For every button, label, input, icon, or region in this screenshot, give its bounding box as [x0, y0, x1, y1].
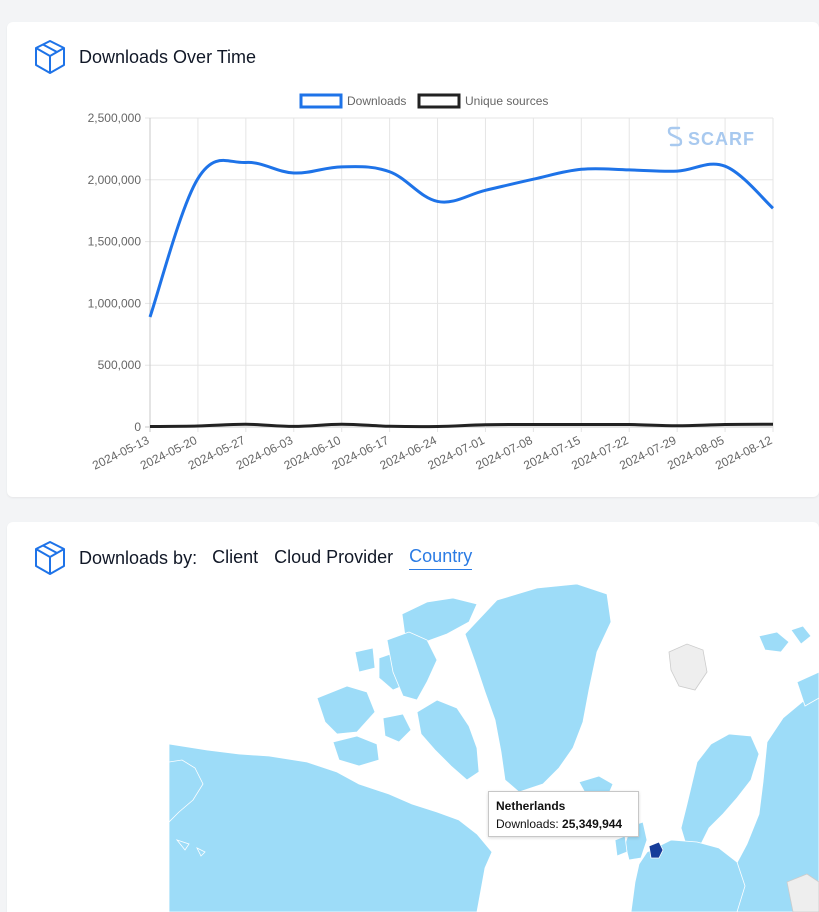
- map-region-continental-europe[interactable]: [630, 839, 746, 912]
- y-tick-label: 500,000: [98, 358, 142, 372]
- legend-unique-sources-label[interactable]: Unique sources: [465, 94, 548, 108]
- scarf-watermark-text: SCARF: [688, 129, 755, 149]
- tooltip-metric: Downloads: 25,349,944: [496, 815, 631, 833]
- legend-downloads-label[interactable]: Downloads: [347, 94, 406, 108]
- map-region-arctic-island[interactable]: [354, 647, 376, 673]
- downloads-line-chart: 0 500,000 1,000,000 1,500,000 2,000,000 2,500…: [88, 93, 775, 473]
- map-region-svalbard[interactable]: [668, 643, 708, 691]
- y-tick-label: 2,000,000: [88, 173, 142, 187]
- map-region-canadian-arctic[interactable]: [316, 685, 376, 735]
- legend-downloads-swatch[interactable]: [299, 93, 343, 109]
- y-tick-label: 1,000,000: [88, 296, 142, 310]
- downloads-by-card: Downloads by: Client Cloud Provider Coun…: [7, 522, 819, 912]
- map-region-arctic-island-east[interactable]: [758, 625, 812, 653]
- tooltip-country: Netherlands: [496, 799, 566, 813]
- scarf-watermark: SCARF: [667, 126, 755, 149]
- scarf-logo-icon: [667, 126, 683, 147]
- y-tick-label: 1,500,000: [88, 235, 142, 249]
- map-region-greenland[interactable]: [464, 583, 612, 793]
- tooltip-metric-value: 25,349,944: [562, 817, 623, 831]
- downloads-over-time-card: Downloads Over Time 0 500,000 1,000,000 1,5…: [7, 22, 819, 497]
- map-region-arctic-island[interactable]: [332, 735, 380, 767]
- tooltip-metric-label: Downloads:: [496, 817, 559, 831]
- y-tick-label: 0: [134, 420, 141, 434]
- map-tooltip: Netherlands Downloads: 25,349,944: [488, 791, 639, 837]
- map-region-scandinavia[interactable]: [680, 733, 760, 849]
- y-tick-label: 2,500,000: [88, 111, 142, 125]
- map-region-ireland[interactable]: [614, 835, 628, 857]
- series-line-downloads[interactable]: [148, 158, 775, 318]
- legend-unique-sources-swatch[interactable]: [417, 93, 461, 109]
- series-line-unique-sources[interactable]: [149, 422, 774, 429]
- world-map: [168, 583, 819, 912]
- map-region-disputed[interactable]: [786, 873, 819, 912]
- map-region-arctic-island[interactable]: [382, 713, 412, 743]
- map-region-baffin[interactable]: [416, 699, 480, 781]
- map-region-north-america[interactable]: [168, 743, 493, 912]
